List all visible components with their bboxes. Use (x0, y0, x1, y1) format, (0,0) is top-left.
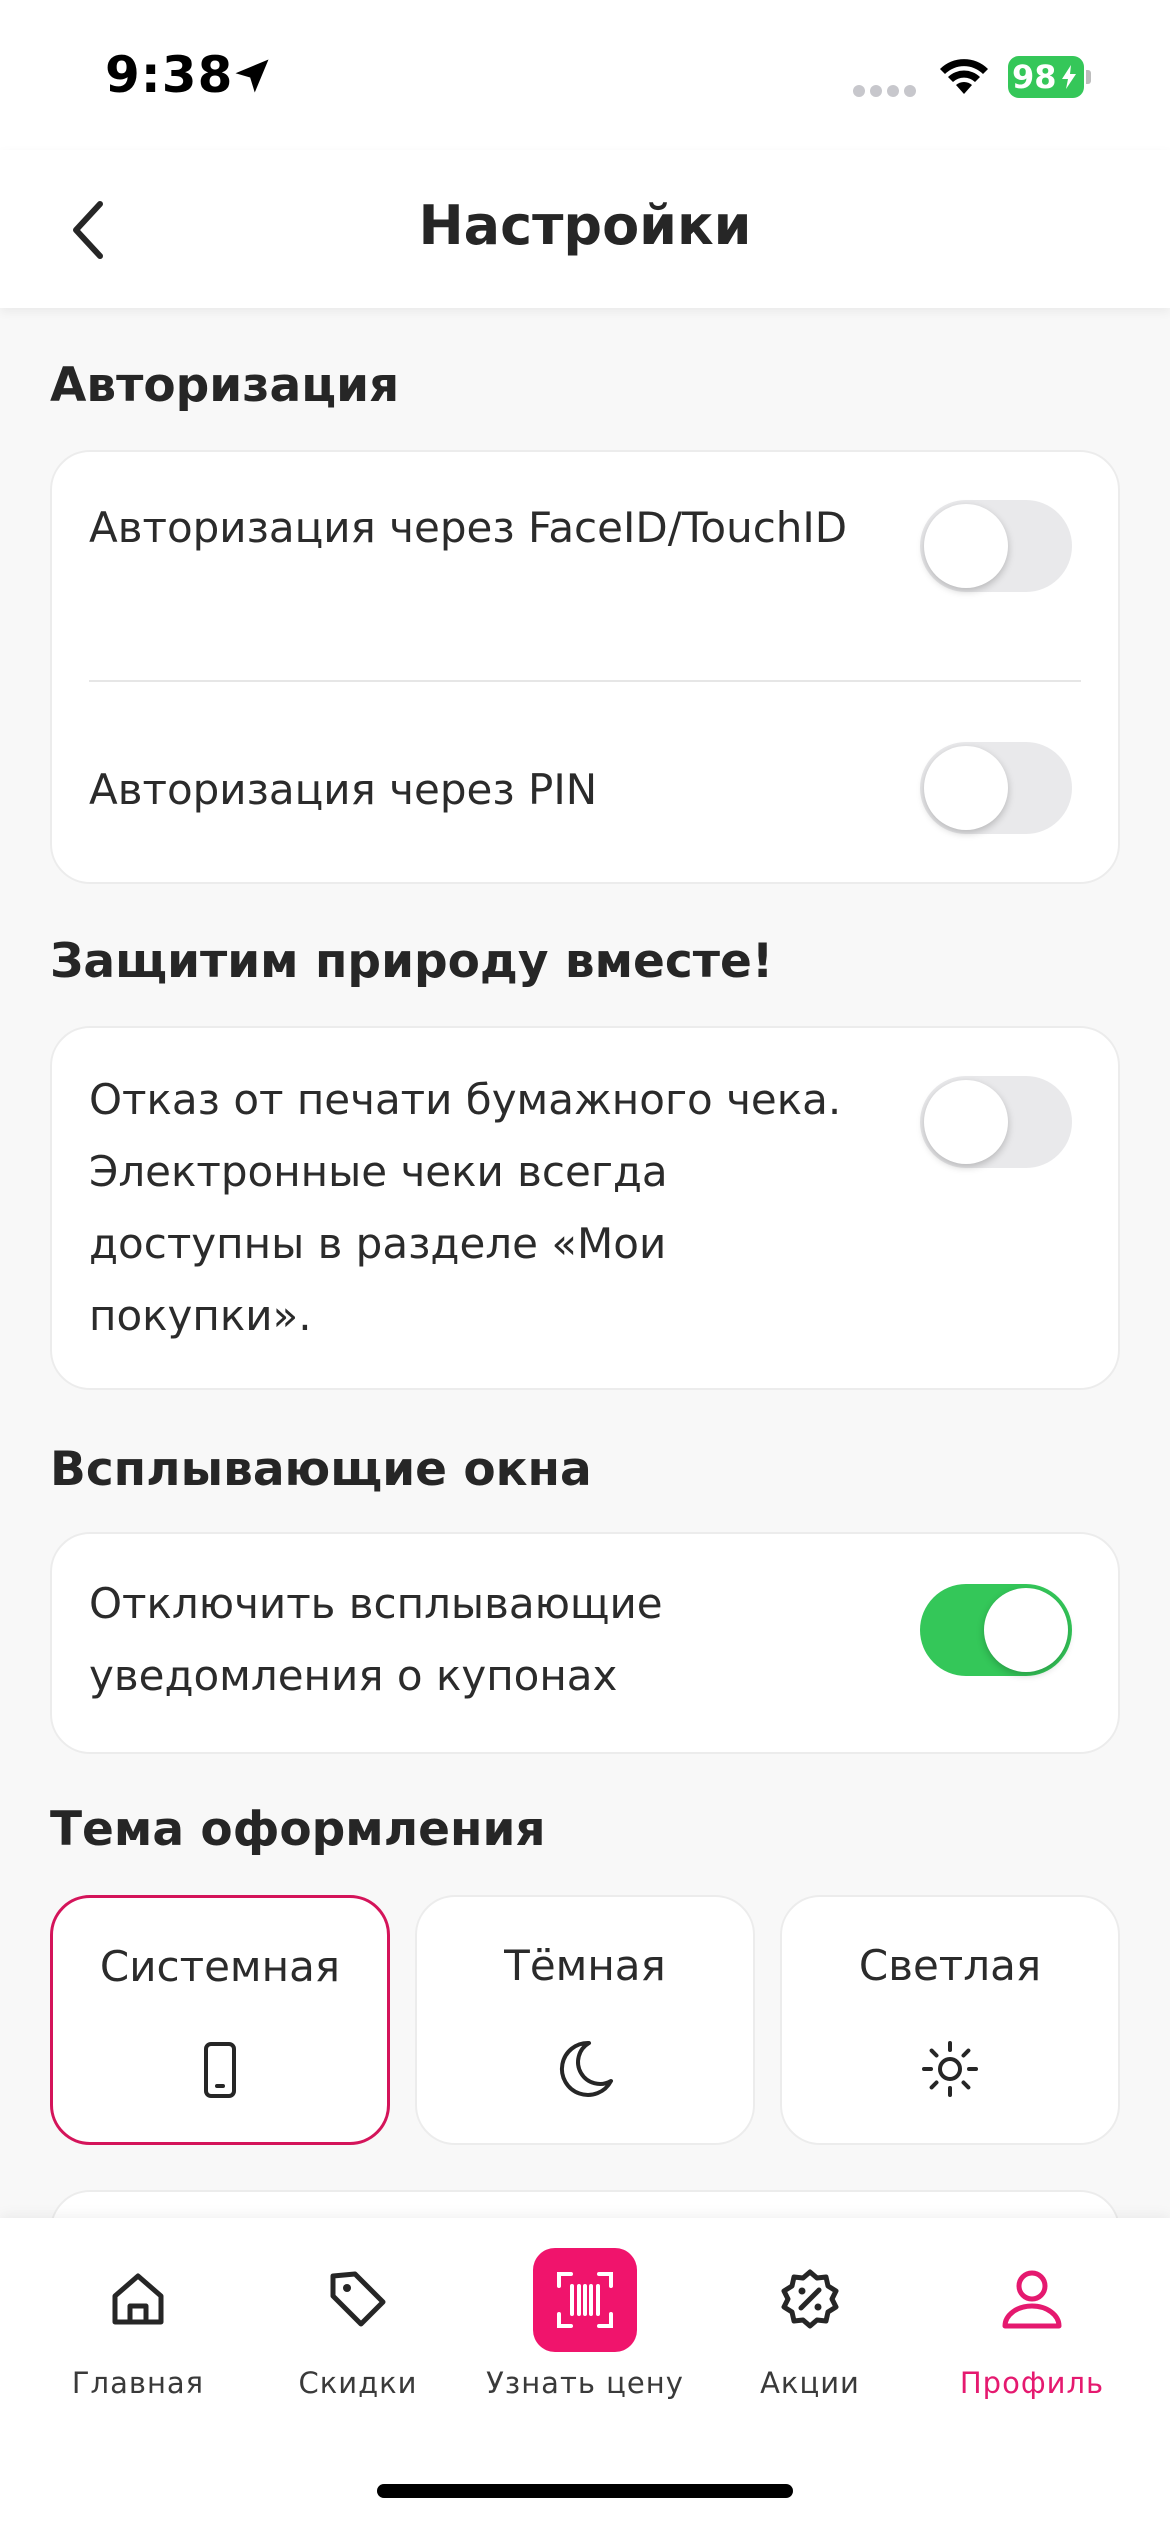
status-bar: 9:38 98 (0, 0, 1170, 150)
tab-home[interactable]: Главная (28, 2264, 248, 2434)
tab-label: Акции (760, 2366, 860, 2400)
profile-icon (1002, 2270, 1062, 2329)
page-title: Настройки (418, 194, 752, 257)
theme-option-system[interactable]: Системная (50, 1895, 390, 2145)
section-title-eco: Защитим природу вместе! (50, 934, 774, 989)
section-title-theme: Тема оформления (50, 1802, 546, 1857)
battery-level: 98 (1012, 58, 1057, 96)
header: Настройки (0, 150, 1170, 308)
pin-toggle[interactable] (920, 742, 1072, 834)
popups-card: Отключить всплывающие уведомления о купо… (50, 1532, 1120, 1754)
eco-card: Отказ от печати бумажного чека. Электрон… (50, 1026, 1120, 1390)
bolt-icon (1062, 65, 1076, 89)
tab-promotions[interactable]: Акции (700, 2264, 920, 2434)
theme-option-label: Системная (99, 1942, 341, 1991)
cellular-signal-icon (853, 85, 916, 97)
divider (89, 680, 1081, 682)
phone-icon (204, 2042, 236, 2098)
scan-button[interactable] (533, 2248, 637, 2352)
auth-card: Авторизация через FaceID/TouchID Авториз… (50, 450, 1120, 884)
tab-label: Главная (71, 2366, 205, 2400)
sun-icon (922, 2041, 978, 2097)
faceid-label: Авторизация через FaceID/TouchID (89, 503, 848, 552)
status-time: 9:38 (105, 46, 234, 104)
tab-check-price[interactable]: Узнать цену (475, 2248, 695, 2434)
barcode-scan-icon (557, 2272, 613, 2328)
paper-receipt-toggle[interactable] (920, 1076, 1072, 1168)
theme-option-light[interactable]: Светлая (780, 1895, 1120, 2145)
paper-receipt-label: Отказ от печати бумажного чека. Электрон… (89, 1075, 842, 1340)
section-title-popups: Всплывающие окна (50, 1442, 592, 1497)
location-arrow-icon (235, 59, 269, 93)
faceid-toggle[interactable] (920, 500, 1072, 592)
battery-charging-icon: 98 (1008, 56, 1091, 98)
pin-label: Авторизация через PIN (89, 765, 598, 814)
theme-option-label: Светлая (858, 1941, 1042, 1990)
home-icon (112, 2273, 164, 2325)
wifi-icon (940, 59, 988, 94)
theme-option-label: Тёмная (504, 1941, 666, 1990)
settings-screen: 9:38 98 Настройки Авторизация Авторизаци… (0, 0, 1170, 2532)
section-title-auth: Авторизация (50, 358, 400, 413)
coupon-popups-toggle[interactable] (920, 1584, 1072, 1676)
tag-icon (330, 2271, 386, 2327)
theme-option-dark[interactable]: Тёмная (415, 1895, 755, 2145)
tab-label: Скидки (298, 2366, 418, 2400)
coupon-popups-label: Отключить всплывающие уведомления о купо… (89, 1579, 663, 1700)
home-indicator (377, 2484, 793, 2498)
tab-label: Узнать цену (486, 2366, 684, 2400)
tab-label: Профиль (959, 2366, 1105, 2400)
moon-icon (559, 2040, 613, 2097)
percent-badge-icon (781, 2269, 839, 2329)
tab-discounts[interactable]: Скидки (248, 2264, 468, 2434)
tab-profile[interactable]: Профиль (922, 2264, 1142, 2434)
